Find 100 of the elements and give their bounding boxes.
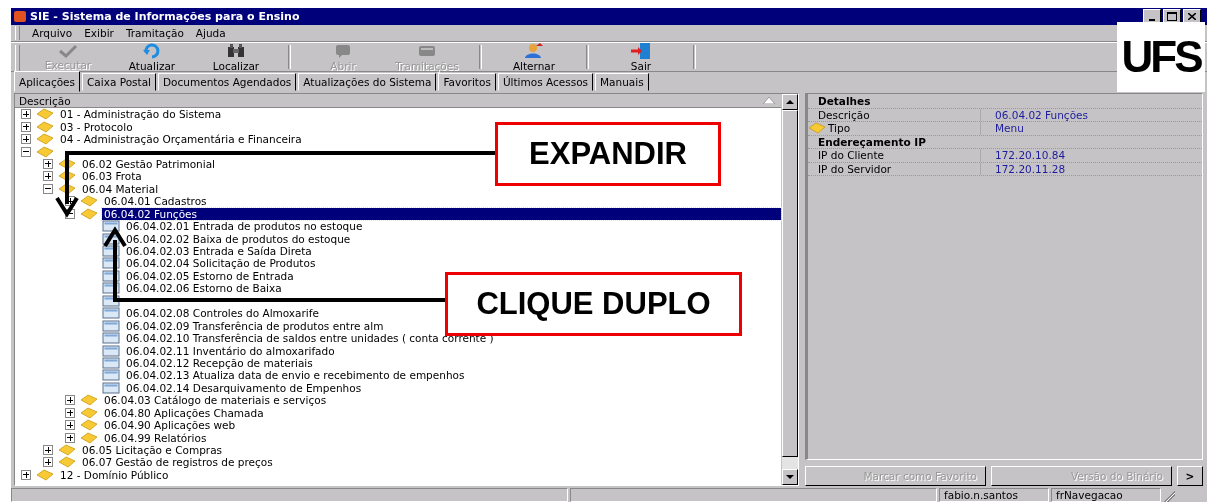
tab[interactable]: Caixa Postal bbox=[82, 73, 157, 91]
collapse-icon[interactable] bbox=[21, 146, 31, 157]
window-icon bbox=[102, 332, 120, 345]
close-icon bbox=[1188, 13, 1196, 20]
window-icon bbox=[102, 220, 120, 233]
toolbar-button[interactable]: Alternar bbox=[492, 43, 576, 71]
resize-grip-icon[interactable] bbox=[1163, 488, 1175, 502]
menu-item[interactable]: Arquivo bbox=[32, 27, 73, 39]
tree-item[interactable]: 06.04.02.04 Solicitação de Produtos bbox=[124, 257, 318, 270]
tab[interactable]: Últimos Acessos bbox=[497, 73, 594, 91]
folder-icon bbox=[80, 195, 98, 208]
tree-item[interactable]: 06.04.99 Relatórios bbox=[102, 431, 209, 444]
expand-icon[interactable] bbox=[65, 196, 75, 207]
collapse-icon[interactable] bbox=[43, 183, 53, 194]
tree-item[interactable]: 01 - Administração do Sistema bbox=[58, 108, 224, 121]
status-text: frNavegacao bbox=[1051, 488, 1161, 502]
column-title: Descrição bbox=[19, 94, 71, 107]
window-icon bbox=[102, 257, 120, 270]
field-value: 172.20.10.84 bbox=[994, 149, 1066, 162]
expand-icon[interactable] bbox=[43, 445, 53, 456]
folder-icon bbox=[58, 456, 76, 469]
collapse-icon[interactable] bbox=[65, 208, 75, 219]
window-icon bbox=[102, 307, 120, 320]
field-value: 172.20.11.28 bbox=[994, 162, 1066, 175]
scroll-down-button[interactable] bbox=[782, 469, 798, 485]
tree-item[interactable]: 06.04.90 Aplicações web bbox=[102, 419, 238, 432]
scroll-track[interactable] bbox=[782, 457, 798, 469]
field-label: Descrição bbox=[818, 108, 870, 121]
tree-item[interactable]: 06.07 Gestão de registros de preços bbox=[80, 456, 275, 469]
status-text: fabio.n.santos bbox=[939, 488, 1049, 502]
toolbar-button[interactable]: Localizar bbox=[194, 43, 278, 71]
tree-item[interactable]: 06.04.80 Aplicações Chamada bbox=[102, 406, 266, 419]
tab[interactable]: Atualizações do Sistema bbox=[298, 73, 437, 91]
tree-item[interactable]: 12 - Domínio Público bbox=[58, 468, 171, 481]
tree-item[interactable]: 06.04.01 Cadastros bbox=[102, 195, 209, 208]
tree-item[interactable]: 06.04.02 Funções bbox=[102, 207, 781, 220]
expand-icon[interactable] bbox=[43, 457, 53, 468]
folder-icon bbox=[80, 431, 98, 444]
field-value: 06.04.02 Funções bbox=[994, 108, 1088, 121]
tree-item[interactable]: 06.04.03 Catálogo de materiais e serviços bbox=[102, 394, 329, 407]
scroll-up-button[interactable] bbox=[782, 94, 798, 110]
menu-item[interactable]: Ajuda bbox=[195, 27, 226, 39]
toolbar-button[interactable]: Atualizar bbox=[110, 43, 194, 71]
tree-item[interactable]: 06.04.02.05 Estorno de Entrada bbox=[124, 269, 296, 282]
folder-icon bbox=[36, 468, 54, 481]
tree-item[interactable]: 03 - Protocolo bbox=[58, 120, 135, 133]
section-title: Detalhes bbox=[817, 95, 871, 108]
tree-item[interactable]: 06.04.02.13 Atualiza data de envio e recebimento de empenhos bbox=[124, 369, 467, 382]
tab[interactable]: Favoritos bbox=[438, 73, 496, 91]
next-button[interactable]: > bbox=[1177, 466, 1203, 486]
tab[interactable]: Documentos Agendados bbox=[158, 73, 297, 91]
expand-icon[interactable] bbox=[21, 469, 31, 480]
expand-icon[interactable] bbox=[21, 121, 31, 132]
tree-item[interactable]: 06.04 Material bbox=[80, 182, 161, 195]
tree-item[interactable]: 06.04.02.09 Transferência de produtos entre alm bbox=[124, 319, 386, 332]
tree-item[interactable]: 06.04.02.08 Controles do Almoxarife bbox=[124, 307, 321, 320]
window-icon bbox=[102, 344, 120, 357]
tree-item[interactable]: 06.04.02.14 Desarquivamento de Empenhos bbox=[124, 381, 364, 394]
expand-icon[interactable] bbox=[65, 407, 75, 418]
folder-icon bbox=[58, 444, 76, 457]
callout-label: CLIQUE DUPLO bbox=[445, 272, 742, 336]
tree-item[interactable]: 06.03 Frota bbox=[80, 170, 144, 183]
tree-item[interactable]: 06.02 Gestão Patrimonial bbox=[80, 157, 217, 170]
expand-icon[interactable] bbox=[21, 134, 31, 145]
tab[interactable]: Manuais bbox=[595, 73, 649, 91]
folder-icon bbox=[36, 133, 54, 146]
expand-icon[interactable] bbox=[43, 171, 53, 182]
window-icon bbox=[102, 245, 120, 258]
up-arrow-icon bbox=[786, 100, 794, 104]
folder-icon bbox=[58, 157, 76, 170]
scrollbar[interactable] bbox=[781, 94, 798, 485]
folder-icon bbox=[80, 406, 98, 419]
expand-icon[interactable] bbox=[65, 395, 75, 406]
menu-item[interactable]: Exibir bbox=[84, 27, 114, 39]
tree-item[interactable]: 06.04.02.01 Entrada de produtos no estoque bbox=[124, 220, 365, 233]
tree-item[interactable]: 06.04.02.02 Baixa de produtos do estoque bbox=[124, 232, 353, 245]
expand-icon[interactable] bbox=[65, 420, 75, 431]
tree-item[interactable]: 06.04.02.03 Entrada e Saída Direta bbox=[124, 245, 314, 258]
tab[interactable]: Aplicações bbox=[14, 71, 81, 92]
tree-item[interactable]: 06.05 Licitação e Compras bbox=[80, 444, 225, 457]
expand-icon[interactable] bbox=[21, 109, 31, 120]
menu-item[interactable]: Tramitação bbox=[125, 27, 184, 39]
scroll-thumb[interactable] bbox=[782, 110, 798, 457]
tree-item[interactable]: 06.04.02.12 Recepção de materiais bbox=[124, 356, 315, 369]
expand-icon[interactable] bbox=[65, 432, 75, 443]
tree-item[interactable]: 04 - Administração Orçamentária e Financeira bbox=[58, 133, 304, 146]
tree-item[interactable]: 06.04.02.11 Inventário do almoxarifado bbox=[124, 344, 337, 357]
toolbar-button[interactable]: Sair bbox=[599, 43, 683, 71]
window-icon bbox=[102, 369, 120, 382]
tree-item[interactable]: 06.04.02.06 Estorno de Baixa bbox=[124, 282, 284, 295]
folder-icon bbox=[80, 207, 98, 220]
column-header[interactable]: Descrição bbox=[15, 94, 781, 108]
window-icon bbox=[102, 282, 120, 295]
window-icon bbox=[102, 232, 120, 245]
window-icon bbox=[102, 319, 120, 332]
down-arrow-icon bbox=[786, 475, 794, 479]
folder-icon bbox=[80, 419, 98, 432]
field-label: Tipo bbox=[828, 122, 851, 135]
sort-icon bbox=[763, 97, 775, 104]
expand-icon[interactable] bbox=[43, 158, 53, 169]
